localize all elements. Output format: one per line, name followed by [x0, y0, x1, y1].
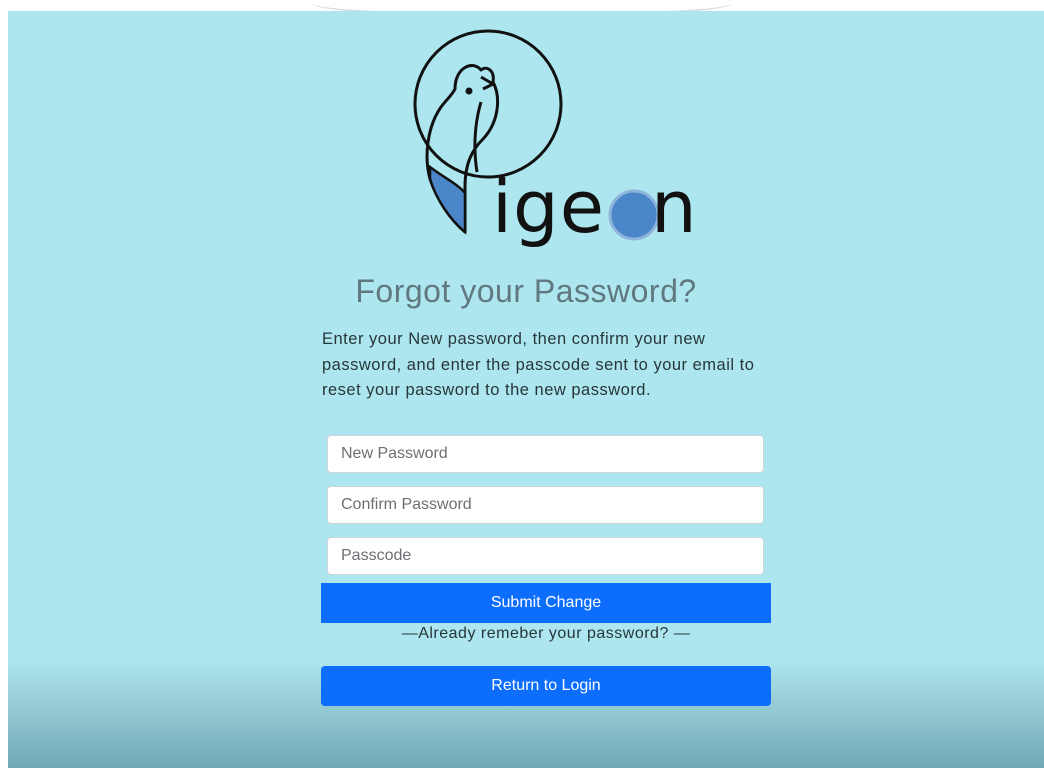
return-to-login-button[interactable]: Return to Login [321, 666, 771, 706]
confirm-password-input[interactable] [327, 486, 764, 524]
instructions-text: Enter your New password, then confirm yo… [322, 330, 755, 399]
page-background: ige n Forgot your Password? Enter your Ne… [8, 11, 1044, 768]
already-remember-text: —Already remeber your password? — [401, 625, 691, 642]
logo-wordmark: ige n [492, 165, 698, 249]
page-title: Forgot your Password? [355, 273, 697, 309]
passcode-input[interactable] [327, 537, 764, 575]
pigeon-logo: ige n [403, 27, 703, 262]
submit-change-button[interactable]: Submit Change [321, 583, 771, 623]
new-password-input[interactable] [327, 435, 764, 473]
